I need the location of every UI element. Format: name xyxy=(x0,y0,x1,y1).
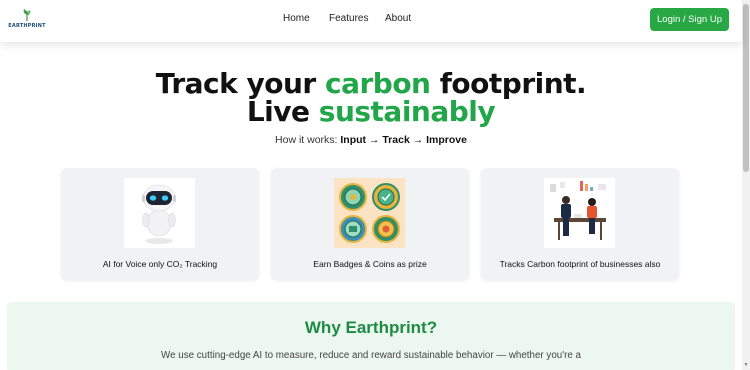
scrollbar-thumb[interactable] xyxy=(743,4,749,172)
logo-text: EARTHPRINT xyxy=(8,23,46,29)
feature-card-badges[interactable]: Earn Badges & Coins as prize xyxy=(271,168,469,280)
leaf-logo-icon xyxy=(23,9,31,21)
hero-title-part3: Live xyxy=(246,95,319,128)
nav-features-link[interactable]: Features xyxy=(329,13,368,24)
hero-title: Track your carbon footprint. Live sustai… xyxy=(0,70,742,126)
page-scrollbar[interactable]: ▼ xyxy=(742,0,750,370)
why-section: Why Earthprint? We use cutting-edge AI t… xyxy=(7,302,735,370)
navbar: EARTHPRINT Home Features About Login / S… xyxy=(0,0,742,42)
brand-logo[interactable]: EARTHPRINT xyxy=(8,8,46,34)
nav-about-link[interactable]: About xyxy=(385,13,411,24)
robot-icon xyxy=(124,178,195,248)
business-meeting-icon xyxy=(544,178,615,248)
feature-card-business[interactable]: Tracks Carbon footprint of businesses al… xyxy=(481,168,679,280)
feature-card-ai-voice[interactable]: AI for Voice only CO₂ Tracking xyxy=(61,168,259,280)
how-it-works-prefix: How it works: xyxy=(275,134,341,146)
why-title: Why Earthprint? xyxy=(304,318,438,337)
page: EARTHPRINT Home Features About Login / S… xyxy=(0,0,750,370)
nav-home-link[interactable]: Home xyxy=(283,13,310,24)
login-signup-button[interactable]: Login / Sign Up xyxy=(650,8,729,31)
feature-caption: Earn Badges & Coins as prize xyxy=(313,259,427,269)
feature-caption: Tracks Carbon footprint of businesses al… xyxy=(499,259,661,269)
scroll-down-arrow-icon[interactable]: ▼ xyxy=(743,362,749,368)
why-text: We use cutting-edge AI to measure, reduc… xyxy=(161,350,581,361)
how-it-works-steps: Input → Track → Improve xyxy=(340,134,467,146)
how-it-works: How it works: Input → Track → Improve xyxy=(0,134,742,146)
feature-caption: AI for Voice only CO₂ Tracking xyxy=(102,259,218,269)
hero-title-green-sustainably: sustainably xyxy=(318,95,496,128)
badges-icon xyxy=(334,178,405,248)
